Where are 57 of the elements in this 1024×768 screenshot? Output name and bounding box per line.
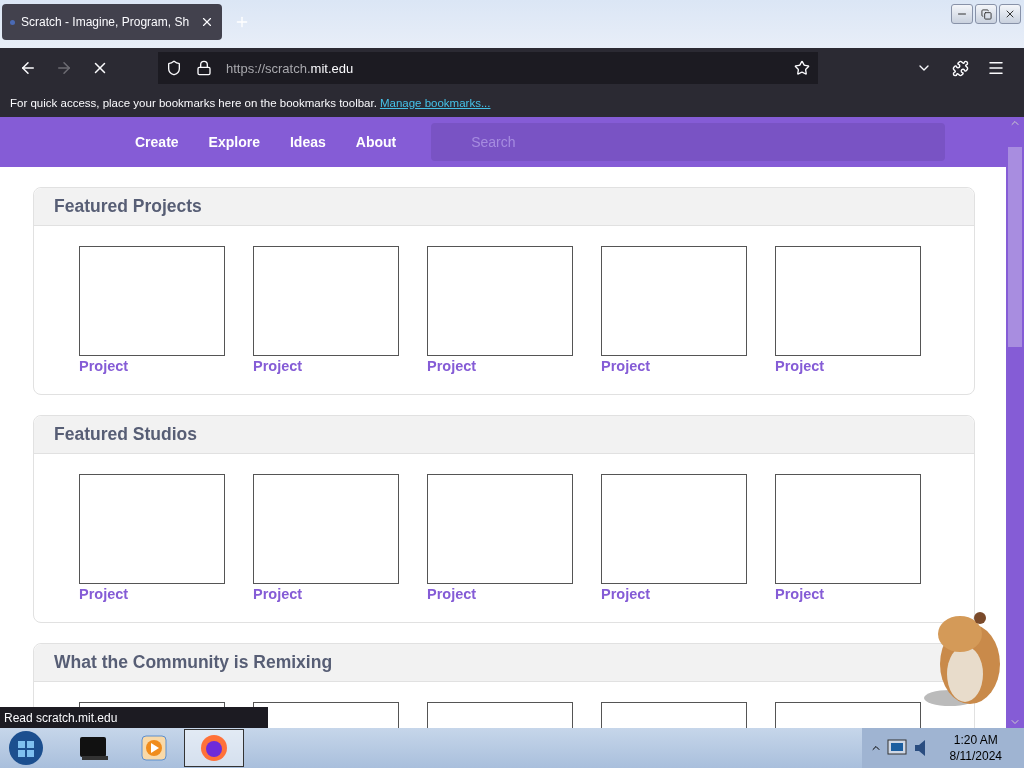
manage-bookmarks-link[interactable]: Manage bookmarks... xyxy=(379,96,491,109)
section-title: What the Community is Remixing xyxy=(54,652,333,673)
taskbar-app[interactable] xyxy=(184,729,244,767)
nav-link[interactable]: Explore xyxy=(193,134,275,150)
extensions-icon[interactable] xyxy=(951,59,969,77)
project-thumbnail[interactable] xyxy=(79,246,225,356)
nav-link[interactable]: Create xyxy=(120,134,194,150)
start-button[interactable] xyxy=(6,729,46,767)
nav-link[interactable]: Ideas xyxy=(274,134,341,150)
address-bar[interactable]: https://scratch.mit.edu xyxy=(158,52,818,84)
project-link[interactable]: Project xyxy=(427,586,573,602)
project-link[interactable]: Project xyxy=(253,358,399,374)
lock-icon xyxy=(196,60,212,76)
close-icon[interactable] xyxy=(200,15,214,29)
project-thumbnail[interactable] xyxy=(775,474,921,584)
close-button[interactable] xyxy=(999,4,1021,24)
restore-button[interactable] xyxy=(975,4,997,24)
clock-date: 8/11/2024 xyxy=(949,749,1002,763)
scroll-thumb[interactable] xyxy=(1008,147,1022,347)
project-link[interactable]: Project xyxy=(775,586,921,602)
forward-icon[interactable] xyxy=(55,59,73,77)
play-icon xyxy=(140,734,168,762)
project-link[interactable]: Project xyxy=(79,586,225,602)
scrollbar[interactable] xyxy=(1006,117,1024,728)
project-link[interactable]: Project xyxy=(253,586,399,602)
restore-icon xyxy=(980,8,992,20)
close-icon xyxy=(1004,8,1016,20)
project-thumbnail[interactable] xyxy=(775,246,921,356)
browser-icon xyxy=(199,733,229,763)
clock-time: 1:20 AM xyxy=(953,733,998,747)
shield-icon xyxy=(166,60,182,76)
project-thumbnail[interactable] xyxy=(601,246,747,356)
project-link[interactable]: Project xyxy=(775,358,921,374)
back-icon[interactable] xyxy=(19,59,37,77)
project-link[interactable]: Project xyxy=(601,358,747,374)
project-thumbnail[interactable] xyxy=(427,246,573,356)
project-link[interactable]: Project xyxy=(79,358,225,374)
project-thumbnail[interactable] xyxy=(79,474,225,584)
browser-tab[interactable]: Scratch - Imagine, Program, Sh xyxy=(2,4,222,40)
project-thumbnail[interactable] xyxy=(601,474,747,584)
monitor-icon xyxy=(78,734,110,762)
bookmarks-hint: For quick access, place your bookmarks here on the bookmarks toolbar. xyxy=(10,96,377,109)
project-thumbnail[interactable] xyxy=(427,474,573,584)
minimize-button[interactable] xyxy=(951,4,973,24)
project-thumbnail[interactable] xyxy=(253,246,399,356)
project-link[interactable]: Project xyxy=(601,586,747,602)
status-tooltip: Read scratch.mit.edu xyxy=(0,707,268,728)
project-thumbnail[interactable] xyxy=(253,474,399,584)
section-title: Featured Studios xyxy=(54,424,197,445)
project-link[interactable]: Project xyxy=(427,358,573,374)
favicon-icon xyxy=(10,19,15,25)
menu-icon[interactable] xyxy=(987,59,1005,77)
search-field[interactable]: Search xyxy=(431,123,946,161)
tab-title: Scratch - Imagine, Program, Sh xyxy=(21,15,191,29)
section-title: Featured Projects xyxy=(54,196,202,217)
nav-link[interactable]: About xyxy=(340,134,412,150)
bookmark-star-icon[interactable] xyxy=(794,60,810,76)
